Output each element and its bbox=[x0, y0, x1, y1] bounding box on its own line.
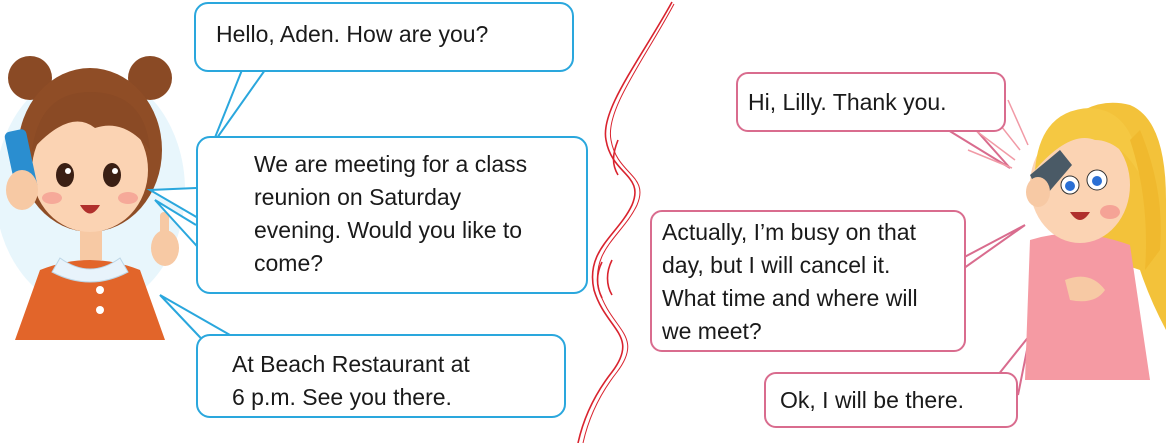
left-speech-bubble-greeting: Hello, Aden. How are you? bbox=[194, 2, 574, 72]
left-character-icon bbox=[0, 56, 185, 340]
bubble-line: We are meeting for a class bbox=[254, 151, 528, 177]
bubble-line: What time and where will bbox=[662, 285, 918, 311]
bubble-line: reunion on Saturday bbox=[254, 184, 462, 210]
bubble-line: Hi, Lilly. Thank you. bbox=[748, 89, 947, 115]
bubble-line: Actually, I’m busy on that bbox=[662, 219, 916, 245]
bubble-line: Ok, I will be there. bbox=[780, 387, 965, 413]
dialogue-scene: Hello, Aden. How are you? We are meeting… bbox=[0, 0, 1166, 443]
right-speech-bubble-reply: Actually, I’m busy on that day, but I wi… bbox=[650, 210, 966, 352]
bubble-line: Hello, Aden. How are you? bbox=[216, 21, 489, 47]
bubble-line: we meet? bbox=[662, 318, 762, 344]
right-speech-bubble-thanks: Hi, Lilly. Thank you. bbox=[736, 72, 1006, 132]
bubble-line: 6 p.m. See you there. bbox=[232, 384, 452, 410]
bubble-line: day, but I will cancel it. bbox=[662, 252, 891, 278]
bubble-line: come? bbox=[254, 250, 324, 276]
right-speech-bubble-agree: Ok, I will be there. bbox=[764, 372, 1018, 428]
bubble-line: evening. Would you like to bbox=[254, 217, 523, 243]
left-speech-bubble-invitation: We are meeting for a class reunion on Sa… bbox=[196, 136, 588, 294]
bubble-line: At Beach Restaurant at bbox=[232, 351, 470, 377]
left-speech-bubble-location: At Beach Restaurant at 6 p.m. See you th… bbox=[196, 334, 566, 418]
